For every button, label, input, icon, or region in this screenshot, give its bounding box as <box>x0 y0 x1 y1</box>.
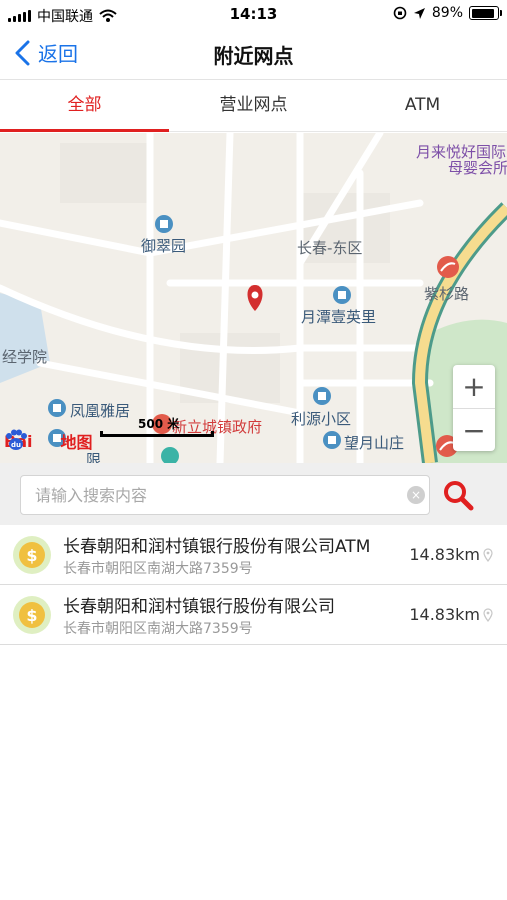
list-item[interactable]: $ 长春朝阳和润村镇银行股份有限公司 长春市朝阳区南湖大路7359号 14.83… <box>0 585 507 645</box>
tab-atm[interactable]: ATM <box>338 80 507 131</box>
map-label-wangyueshan: 望月山庄 <box>344 434 405 452</box>
map-label-liyuan: 利源小区 <box>291 410 352 428</box>
map-scale: 500 米 <box>100 415 214 441</box>
coin-icon: $ <box>13 596 51 634</box>
battery-percent: 89% <box>431 5 463 21</box>
zoom-out-button[interactable]: − <box>453 408 495 451</box>
item-name: 长春朝阳和润村镇银行股份有限公司ATM <box>63 537 371 557</box>
scale-bar <box>100 431 214 437</box>
paw-icon: du <box>6 429 58 452</box>
status-right: 89% <box>393 5 502 21</box>
tab-branches[interactable]: 营业网点 <box>169 80 338 131</box>
item-address: 长春市朝阳区南湖大路7359号 <box>63 561 253 577</box>
search-icon <box>444 481 474 511</box>
item-distance: 14.83km <box>409 545 480 564</box>
list-item[interactable]: $ 长春朝阳和润村镇银行股份有限公司ATM 长春市朝阳区南湖大路7359号 14… <box>0 525 507 585</box>
logo-paw-text: du <box>11 441 21 449</box>
svg-text:$: $ <box>26 546 37 565</box>
item-name: 长春朝阳和润村镇银行股份有限公司 <box>63 597 335 617</box>
map-pin-icon <box>483 548 493 562</box>
baidu-map-logo: Bai du 地图 <box>4 429 93 453</box>
results-list: $ 长春朝阳和润村镇银行股份有限公司ATM 长春市朝阳区南湖大路7359号 14… <box>0 525 507 645</box>
map-label-yuecuiyuan: 御翠园 <box>141 237 187 255</box>
map-view[interactable]: 御翠园 长春-东区 月来悦好国际 母婴会所 紫杉路 月潭壹英里 经学院 凤凰雅居… <box>0 133 507 463</box>
map-label-zishan-road: 紫杉路 <box>424 285 470 303</box>
search-area: × <box>0 463 507 525</box>
map-label-jingxueyuan: 经学院 <box>2 348 48 366</box>
map-label-yuetan: 月潭壹英里 <box>301 308 377 326</box>
zoom-controls: + − <box>453 365 495 451</box>
battery-fill <box>471 8 494 18</box>
clear-icon[interactable]: × <box>407 486 425 504</box>
scale-text: 500 米 <box>138 417 180 431</box>
search-input[interactable] <box>20 475 430 515</box>
tab-bar: 全部 营业网点 ATM <box>0 80 507 132</box>
item-distance: 14.83km <box>409 605 480 624</box>
map-pin-icon <box>483 608 493 622</box>
location-arrow-icon <box>413 7 425 19</box>
search-button[interactable] <box>440 477 476 513</box>
map-label-changchun-east: 长春-东区 <box>297 239 363 257</box>
svg-text:$: $ <box>26 606 37 625</box>
coin-icon: $ <box>13 536 51 574</box>
item-address: 长春市朝阳区南湖大路7359号 <box>63 621 253 637</box>
logo-text-right: 地图 <box>60 433 93 452</box>
page-title: 附近网点 <box>213 44 294 68</box>
map-label-yuelai-2: 母婴会所 <box>448 159 507 177</box>
zoom-in-button[interactable]: + <box>453 365 495 408</box>
status-bar: 中国联通 14:13 89% <box>0 0 507 28</box>
tab-all[interactable]: 全部 <box>0 80 169 132</box>
rotation-lock-icon <box>393 6 407 20</box>
battery-icon <box>469 6 502 20</box>
nav-bar: 返回 附近网点 <box>0 28 507 80</box>
